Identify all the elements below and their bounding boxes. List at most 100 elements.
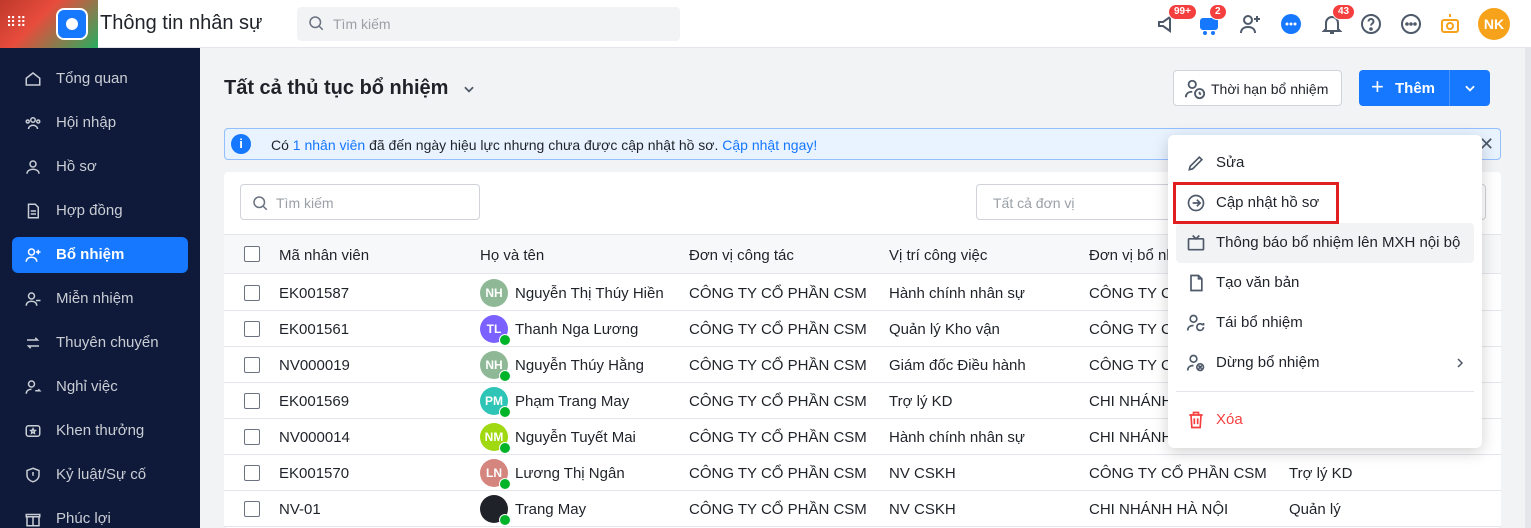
column-header-code[interactable]: Mã nhân viên bbox=[279, 247, 369, 264]
sidebar-item-discipline[interactable]: Kỷ luật/Sự cố bbox=[12, 457, 188, 493]
sidebar-item-appointment[interactable]: Bổ nhiệm bbox=[12, 237, 188, 273]
column-header-name[interactable]: Họ và tên bbox=[480, 247, 544, 264]
sidebar-item-transfer[interactable]: Thuyên chuyển bbox=[12, 325, 188, 361]
sidebar-item-profile[interactable]: Hồ sơ bbox=[12, 149, 188, 185]
cell-name[interactable]: Thanh Nga Lương bbox=[515, 321, 638, 338]
app-title: Thông tin nhân sự bbox=[100, 12, 263, 34]
cart-button[interactable]: 2 bbox=[1197, 4, 1227, 36]
row-checkbox[interactable] bbox=[244, 429, 260, 445]
cell-position: NV CSKH bbox=[889, 501, 956, 518]
cell-new-unit: CHI NHÁNH HÀ NỘI bbox=[1089, 501, 1229, 518]
row-checkbox[interactable] bbox=[244, 321, 260, 337]
cell-new-unit: CHI NHÁNH bbox=[1089, 429, 1173, 446]
menu-item-reappoint[interactable]: Tái bổ nhiệm bbox=[1176, 303, 1474, 343]
theme-button[interactable] bbox=[1438, 12, 1462, 36]
alert-text: Có 1 nhân viên đã đến ngày hiệu lực nhưn… bbox=[271, 137, 817, 153]
row-checkbox[interactable] bbox=[244, 285, 260, 301]
appointment-term-button[interactable]: Thời hạn bổ nhiệm bbox=[1173, 70, 1342, 106]
row-checkbox[interactable] bbox=[244, 501, 260, 517]
cell-name[interactable]: Nguyễn Tuyết Mai bbox=[515, 429, 636, 446]
pencil-icon bbox=[1188, 155, 1204, 171]
user-avatar[interactable]: NK bbox=[1478, 8, 1510, 40]
cell-position: Trợ lý KD bbox=[889, 393, 953, 410]
chevron-down-icon[interactable] bbox=[462, 82, 476, 96]
user-clock-icon bbox=[1184, 79, 1206, 100]
gift-icon bbox=[25, 513, 41, 527]
sidebar-item-onboarding[interactable]: Hội nhập bbox=[12, 105, 188, 141]
cell-code: NV-01 bbox=[279, 501, 321, 518]
alert-prefix: Có bbox=[271, 137, 293, 153]
app-logo[interactable]: ⠿⠿ bbox=[0, 0, 98, 48]
table-row[interactable]: NV-01 Trang May CÔNG TY CỔ PHẦN CSM NV CSKH… bbox=[224, 491, 1501, 527]
sidebar-item-resignation[interactable]: Nghỉ việc bbox=[12, 369, 188, 405]
avatar-initials: NH bbox=[485, 358, 503, 372]
search-icon bbox=[253, 196, 268, 211]
global-search-placeholder: Tìm kiếm bbox=[333, 16, 391, 32]
menu-item-label: Tạo văn bản bbox=[1216, 274, 1300, 291]
sidebar-item-label: Phúc lợi bbox=[56, 510, 111, 527]
cell-name[interactable]: Nguyễn Thị Thúy Hiền bbox=[515, 285, 664, 302]
menu-item-stop-appointment[interactable]: Dừng bổ nhiệm bbox=[1176, 343, 1474, 383]
announce-button[interactable]: 99+ bbox=[1156, 4, 1197, 36]
row-checkbox[interactable] bbox=[244, 465, 260, 481]
chevron-down-icon[interactable] bbox=[1463, 81, 1477, 95]
alert-message: đã đến ngày hiệu lực nhưng chưa được cập… bbox=[365, 137, 723, 153]
sidebar-item-contract[interactable]: Hợp đồng bbox=[12, 193, 188, 229]
verified-icon bbox=[499, 442, 511, 454]
menu-divider bbox=[1176, 391, 1474, 392]
menu-item-announce-social[interactable]: Thông báo bổ nhiệm lên MXH nội bộ bbox=[1176, 223, 1474, 263]
sidebar-item-overview[interactable]: Tổng quan bbox=[12, 61, 188, 97]
avatar-initials: TL bbox=[486, 322, 502, 336]
page-title[interactable]: Tất cả thủ tục bổ nhiệm bbox=[224, 77, 448, 100]
select-all-checkbox[interactable] bbox=[244, 246, 260, 262]
cell-name[interactable]: Trang May bbox=[515, 501, 586, 518]
help-button[interactable] bbox=[1359, 12, 1383, 36]
cell-new-position: Quản lý bbox=[1289, 501, 1341, 518]
app-icon bbox=[56, 8, 88, 40]
plus-icon: + bbox=[1371, 74, 1384, 99]
chevron-right-icon bbox=[1457, 358, 1464, 368]
sidebar-item-label: Kỷ luật/Sự cố bbox=[56, 466, 147, 483]
sidebar-item-benefits[interactable]: Phúc lợi bbox=[12, 501, 188, 528]
page-scrollbar[interactable] bbox=[1525, 48, 1531, 528]
cell-code: NV000019 bbox=[279, 357, 350, 374]
menu-item-label: Thông báo bổ nhiệm lên MXH nội bộ bbox=[1216, 234, 1461, 251]
cell-name[interactable]: Lương Thị Ngân bbox=[515, 465, 625, 482]
menu-item-edit[interactable]: Sửa bbox=[1176, 143, 1474, 183]
button-divider bbox=[1449, 70, 1450, 106]
cell-unit: CÔNG TY CỔ PHẦN CSM bbox=[689, 465, 867, 482]
column-header-position[interactable]: Vị trí công việc bbox=[889, 247, 987, 264]
notifications-button[interactable]: 43 bbox=[1320, 4, 1356, 36]
add-button-label: Thêm bbox=[1395, 80, 1436, 97]
chat-icon bbox=[1281, 14, 1301, 34]
sidebar-item-label: Thuyên chuyển bbox=[56, 334, 159, 351]
cell-name[interactable]: Phạm Trang May bbox=[515, 393, 629, 410]
avatar-initials: NH bbox=[485, 286, 503, 300]
sidebar-item-reward[interactable]: Khen thưởng bbox=[12, 413, 188, 449]
global-search-input[interactable]: Tìm kiếm bbox=[297, 7, 680, 41]
cell-position: NV CSKH bbox=[889, 465, 956, 482]
avatar: NH bbox=[480, 279, 508, 307]
cell-name[interactable]: Nguyễn Thúy Hằng bbox=[515, 357, 644, 374]
avatar-initials: PM bbox=[485, 394, 503, 408]
row-checkbox[interactable] bbox=[244, 393, 260, 409]
row-checkbox[interactable] bbox=[244, 357, 260, 373]
column-header-new-unit[interactable]: Đơn vị bổ nh bbox=[1089, 247, 1175, 264]
more-button[interactable] bbox=[1399, 12, 1423, 36]
menu-item-delete[interactable]: Xóa bbox=[1176, 400, 1474, 440]
apps-grid-icon[interactable]: ⠿⠿ bbox=[6, 14, 27, 31]
add-button[interactable]: + Thêm bbox=[1359, 70, 1490, 106]
alert-employee-link[interactable]: 1 nhân viên bbox=[293, 137, 365, 153]
table-search-input[interactable]: Tìm kiếm bbox=[240, 184, 480, 220]
column-header-unit[interactable]: Đơn vị công tác bbox=[689, 247, 794, 264]
table-row[interactable]: EK001570 LN Lương Thị Ngân CÔNG TY CỔ PHẦN … bbox=[224, 455, 1501, 491]
cell-new-unit: CÔNG TY C bbox=[1089, 285, 1172, 302]
menu-item-create-document[interactable]: Tạo văn bản bbox=[1176, 263, 1474, 303]
alert-update-now-link[interactable]: Cập nhật ngay! bbox=[722, 137, 817, 153]
document-icon bbox=[27, 203, 39, 219]
appointment-term-label: Thời hạn bổ nhiệm bbox=[1211, 81, 1329, 97]
sidebar-item-label: Nghỉ việc bbox=[56, 378, 118, 395]
chat-button[interactable] bbox=[1279, 12, 1303, 36]
sidebar-item-dismissal[interactable]: Miễn nhiệm bbox=[12, 281, 188, 317]
add-user-button[interactable] bbox=[1238, 12, 1262, 36]
